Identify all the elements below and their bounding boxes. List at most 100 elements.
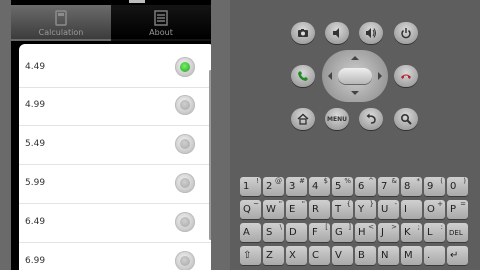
menu-button[interactable]: MENU [325,108,349,130]
key-enter[interactable]: ↵ [447,246,468,265]
search-button[interactable] [394,108,418,130]
radio-button[interactable] [175,173,195,193]
key-m[interactable]: M [401,246,422,265]
key-o[interactable]: O + [424,200,445,219]
key-s[interactable]: S \ [263,223,284,242]
key-del[interactable]: DEL [447,223,468,242]
key-a[interactable]: A [240,223,261,242]
tab-calculation[interactable]: Calculation [11,5,111,41]
list-item-value: 6.49 [25,217,46,227]
radio-button[interactable] [175,251,195,270]
key-sublabel: @ [275,177,282,185]
key-sublabel: " [301,200,305,208]
dpad[interactable] [322,50,388,102]
key-x[interactable]: X [286,246,307,265]
key-e[interactable]: E " [286,200,307,219]
home-button[interactable] [291,108,315,130]
key-sublabel: # [299,177,305,185]
key-label: A [243,227,250,238]
radio-button[interactable] [175,212,195,232]
key-n[interactable]: N [378,246,399,265]
back-button[interactable] [359,108,383,130]
key-sublabel: % [344,177,351,185]
key-5[interactable]: 5% [332,177,353,196]
key-t[interactable]: T{ [332,200,353,219]
key-label: 1 [243,181,250,192]
tab-about[interactable]: About [111,5,211,41]
radio-button-selected[interactable] [175,57,195,77]
key-j[interactable]: J > [378,223,399,242]
key-z[interactable]: Z [263,246,284,265]
dpad-right-arrow-icon[interactable] [378,72,386,80]
key-v[interactable]: V [332,246,353,265]
key-sublabel: & [391,177,397,185]
key-h[interactable]: H < [355,223,376,242]
tab-calculation-label: Calculation [38,28,84,37]
radio-button[interactable] [175,134,195,154]
key-g[interactable]: G] [332,223,353,242]
list-item[interactable]: 6.99 [19,243,211,270]
radio-button[interactable] [175,95,195,115]
key-label: J [381,227,384,238]
key-sublabel: = [460,200,466,208]
camera-button[interactable] [291,22,315,44]
volume-up-button[interactable] [359,22,383,44]
key-b[interactable]: B [355,246,376,265]
key-label: V [335,250,342,261]
key-3[interactable]: 3 # [286,177,307,196]
key-q[interactable]: Q ~ [240,200,261,219]
end-call-button[interactable] [394,65,418,87]
key-7[interactable]: 7 & [378,177,399,196]
key-i[interactable]: I [401,200,422,219]
list-item[interactable]: 6.49 [19,204,211,243]
key-r[interactable]: R [309,200,330,219]
key-label: 8 [404,181,411,192]
key-label: Y [358,204,365,215]
key-y[interactable]: Y} [355,200,376,219]
dpad-center-button[interactable] [338,68,372,84]
key-label: G [335,227,343,238]
list-item[interactable]: 5.49 [19,126,211,165]
list-item-value: 5.99 [25,178,46,188]
key-shift[interactable]: ⇧ [240,246,261,265]
key-label: N [381,250,389,261]
key-sublabel: ; [417,223,420,231]
key-sublabel: } [369,200,374,208]
key-2[interactable]: 2 @ [263,177,284,196]
list-item[interactable]: 5.99 [19,165,211,204]
key-label: 5 [335,181,342,192]
key-sublabel: ) [463,177,466,185]
home-icon [297,113,309,125]
key-4[interactable]: 4 $ [309,177,330,196]
key-f[interactable]: F[ [309,223,330,242]
key-c[interactable]: C [309,246,330,265]
key-8[interactable]: 8 * [401,177,422,196]
call-button[interactable] [291,65,315,87]
key-l[interactable]: L: [424,223,445,242]
dpad-up-arrow-icon[interactable] [351,52,359,60]
key-0[interactable]: 0) [447,177,468,196]
key-label: I [404,204,407,215]
key-6[interactable]: 6 ^ [355,177,376,196]
key-p[interactable]: P = [447,200,468,219]
key-sublabel: > [391,223,397,231]
key-label: F [312,227,318,238]
list-item[interactable]: 4.49 [19,49,211,88]
key-d[interactable]: D [286,223,307,242]
back-icon [366,113,376,124]
key-w[interactable]: W " [263,200,284,219]
key-9[interactable]: 9( [424,177,445,196]
key-1[interactable]: 1! [240,177,261,196]
key-sublabel: ^ [368,177,374,185]
key-u[interactable]: U- [378,200,399,219]
power-button[interactable] [394,22,418,44]
key-label: . [427,250,431,261]
dpad-down-arrow-icon[interactable] [351,91,359,99]
list-item[interactable]: 4.99 [19,87,211,126]
volume-down-button[interactable] [325,22,349,44]
key-period[interactable]: . [424,246,445,265]
key-k[interactable]: K; [401,223,422,242]
list-item-value: 4.49 [25,62,46,72]
list-scrollbar[interactable] [209,70,211,240]
dpad-left-arrow-icon[interactable] [324,72,332,80]
